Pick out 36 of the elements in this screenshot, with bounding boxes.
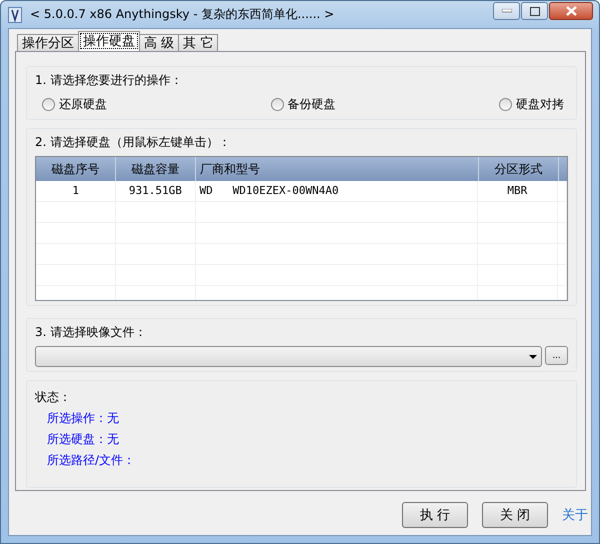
column-header[interactable]: 磁盘容量 bbox=[116, 157, 196, 181]
tab[interactable]: 高 级 bbox=[139, 34, 180, 51]
close-button[interactable] bbox=[549, 2, 593, 20]
dialog-button[interactable]: 关 闭 bbox=[482, 502, 548, 528]
status-text: 所选硬盘：无 bbox=[46, 431, 120, 448]
maximize-icon bbox=[530, 6, 540, 16]
minimize-icon bbox=[502, 9, 512, 13]
section-label: 1. 请选择您要进行的操作： bbox=[35, 72, 184, 89]
status-label: 状态： bbox=[35, 389, 72, 406]
dialog-button[interactable]: 执 行 bbox=[402, 502, 468, 528]
table-cell: MBR bbox=[478, 181, 558, 201]
maximize-button[interactable] bbox=[521, 2, 548, 20]
status-text: 所选路径/文件： bbox=[46, 452, 136, 469]
tab[interactable]: 其 它 bbox=[178, 34, 218, 51]
app-icon bbox=[8, 6, 22, 22]
minimize-button[interactable] bbox=[493, 2, 520, 20]
column-header[interactable]: 磁盘序号 bbox=[36, 157, 116, 181]
section-label: 3. 请选择映像文件： bbox=[35, 324, 148, 341]
table-cell: 931.51GB bbox=[116, 181, 196, 201]
table-cell: WD WD10EZEX-00WN4A0 bbox=[196, 181, 478, 201]
section-label: 2. 请选择硬盘（用鼠标左键单击）： bbox=[35, 134, 232, 151]
column-header[interactable]: 厂商和型号 bbox=[196, 157, 479, 181]
radio-option[interactable]: 还原硬盘 bbox=[42, 96, 107, 113]
browse-button[interactable]: ... bbox=[545, 346, 568, 365]
column-header[interactable]: 分区形式 bbox=[478, 157, 559, 181]
radio-option[interactable]: 备份硬盘 bbox=[270, 96, 336, 113]
close-icon bbox=[566, 6, 576, 16]
tab[interactable]: 操作硬盘 bbox=[78, 31, 140, 51]
tab[interactable]: 操作分区 bbox=[17, 34, 79, 51]
radio-option[interactable]: 硬盘对拷 bbox=[499, 96, 564, 113]
about-link[interactable]: 关于 bbox=[562, 506, 588, 524]
image-file-dropdown[interactable] bbox=[35, 346, 542, 367]
table-cell: 1 bbox=[36, 181, 116, 201]
caret-icon bbox=[529, 354, 537, 358]
window-title: < 5.0.0.7 x86 Anythingsky - 复杂的东西简单化...... > bbox=[30, 6, 336, 23]
status-text: 所选操作：无 bbox=[46, 410, 120, 427]
